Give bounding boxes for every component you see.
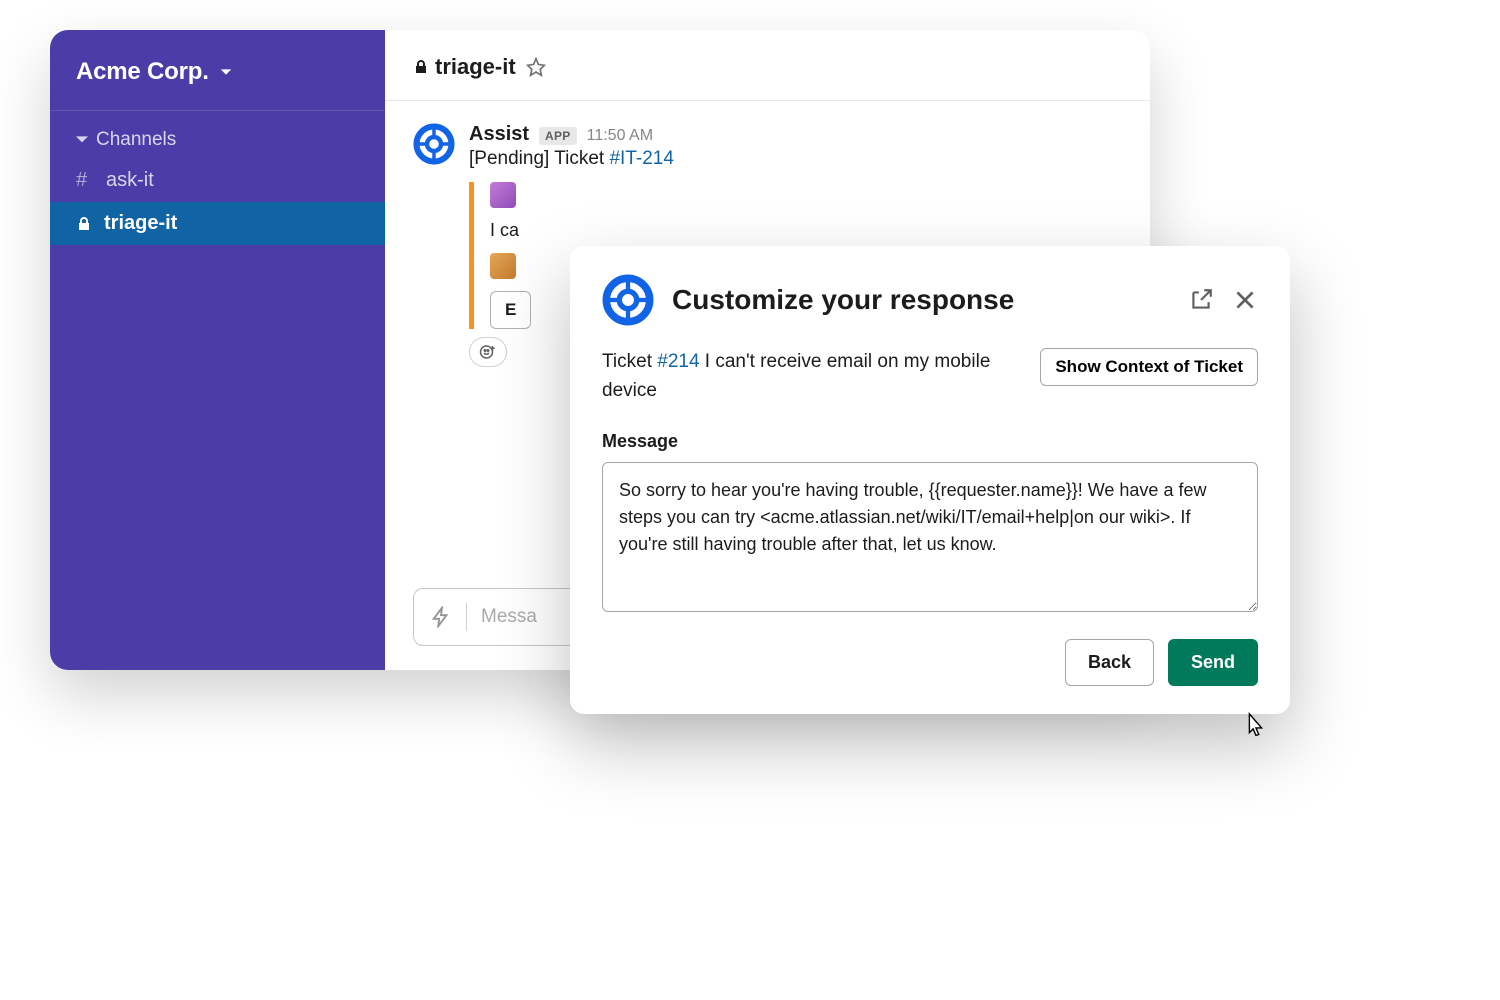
hash-icon: #	[76, 169, 94, 192]
popout-icon[interactable]	[1188, 287, 1214, 313]
message-label: Message	[602, 431, 1258, 452]
message-text: [Pending] Ticket #IT-214	[469, 148, 1122, 170]
send-button[interactable]: Send	[1168, 639, 1258, 686]
cursor-pointer-icon	[1240, 712, 1270, 742]
composer-placeholder: Messa	[481, 606, 537, 628]
sidebar-item-ask-it[interactable]: # ask-it	[50, 159, 385, 202]
ticket-link[interactable]: #IT-214	[609, 148, 673, 169]
lock-icon	[413, 59, 429, 75]
assist-avatar-icon	[602, 274, 654, 326]
channel-header: triage-it	[385, 30, 1150, 101]
divider	[466, 603, 467, 631]
channel-label: triage-it	[104, 212, 177, 235]
bolt-icon[interactable]	[430, 606, 452, 628]
channels-section-label: Channels	[96, 129, 176, 151]
close-icon[interactable]	[1232, 287, 1258, 313]
add-reaction-button[interactable]	[469, 337, 507, 367]
back-button[interactable]: Back	[1065, 639, 1154, 686]
workspace-name: Acme Corp.	[76, 58, 209, 86]
smile-plus-icon	[479, 343, 497, 361]
requester-avatar	[490, 182, 516, 208]
star-icon[interactable]	[526, 57, 546, 77]
sidebar: Acme Corp. Channels # ask-it triage-it	[50, 30, 385, 670]
attachment-action-button[interactable]: E	[490, 291, 531, 329]
attachment-text: I ca	[490, 220, 1122, 241]
sidebar-item-triage-it[interactable]: triage-it	[50, 202, 385, 245]
message-timestamp: 11:50 AM	[587, 127, 653, 145]
chevron-down-icon	[219, 65, 233, 79]
caret-down-icon	[76, 134, 88, 146]
channel-label: ask-it	[106, 169, 154, 192]
channels-section-toggle[interactable]: Channels	[50, 111, 385, 159]
message-textarea[interactable]: So sorry to hear you're having trouble, …	[602, 462, 1258, 612]
channel-name: triage-it	[435, 54, 516, 80]
ticket-prefix: Ticket	[602, 351, 657, 372]
message-text-prefix: [Pending] Ticket	[469, 148, 609, 169]
message-sender: Assist	[469, 123, 529, 146]
workspace-switcher[interactable]: Acme Corp.	[50, 30, 385, 111]
modal-title: Customize your response	[672, 284, 1170, 316]
ticket-summary: Ticket #214 I can't receive email on my …	[602, 348, 1022, 405]
app-badge: APP	[539, 127, 577, 145]
assist-avatar-icon	[413, 123, 455, 165]
assignee-avatar	[490, 253, 516, 279]
lock-icon	[76, 216, 92, 232]
show-context-button[interactable]: Show Context of Ticket	[1040, 348, 1258, 386]
customize-response-modal: Customize your response Ticket #214 I ca…	[570, 246, 1290, 714]
channel-title[interactable]: triage-it	[413, 54, 516, 80]
ticket-link[interactable]: #214	[657, 351, 699, 372]
